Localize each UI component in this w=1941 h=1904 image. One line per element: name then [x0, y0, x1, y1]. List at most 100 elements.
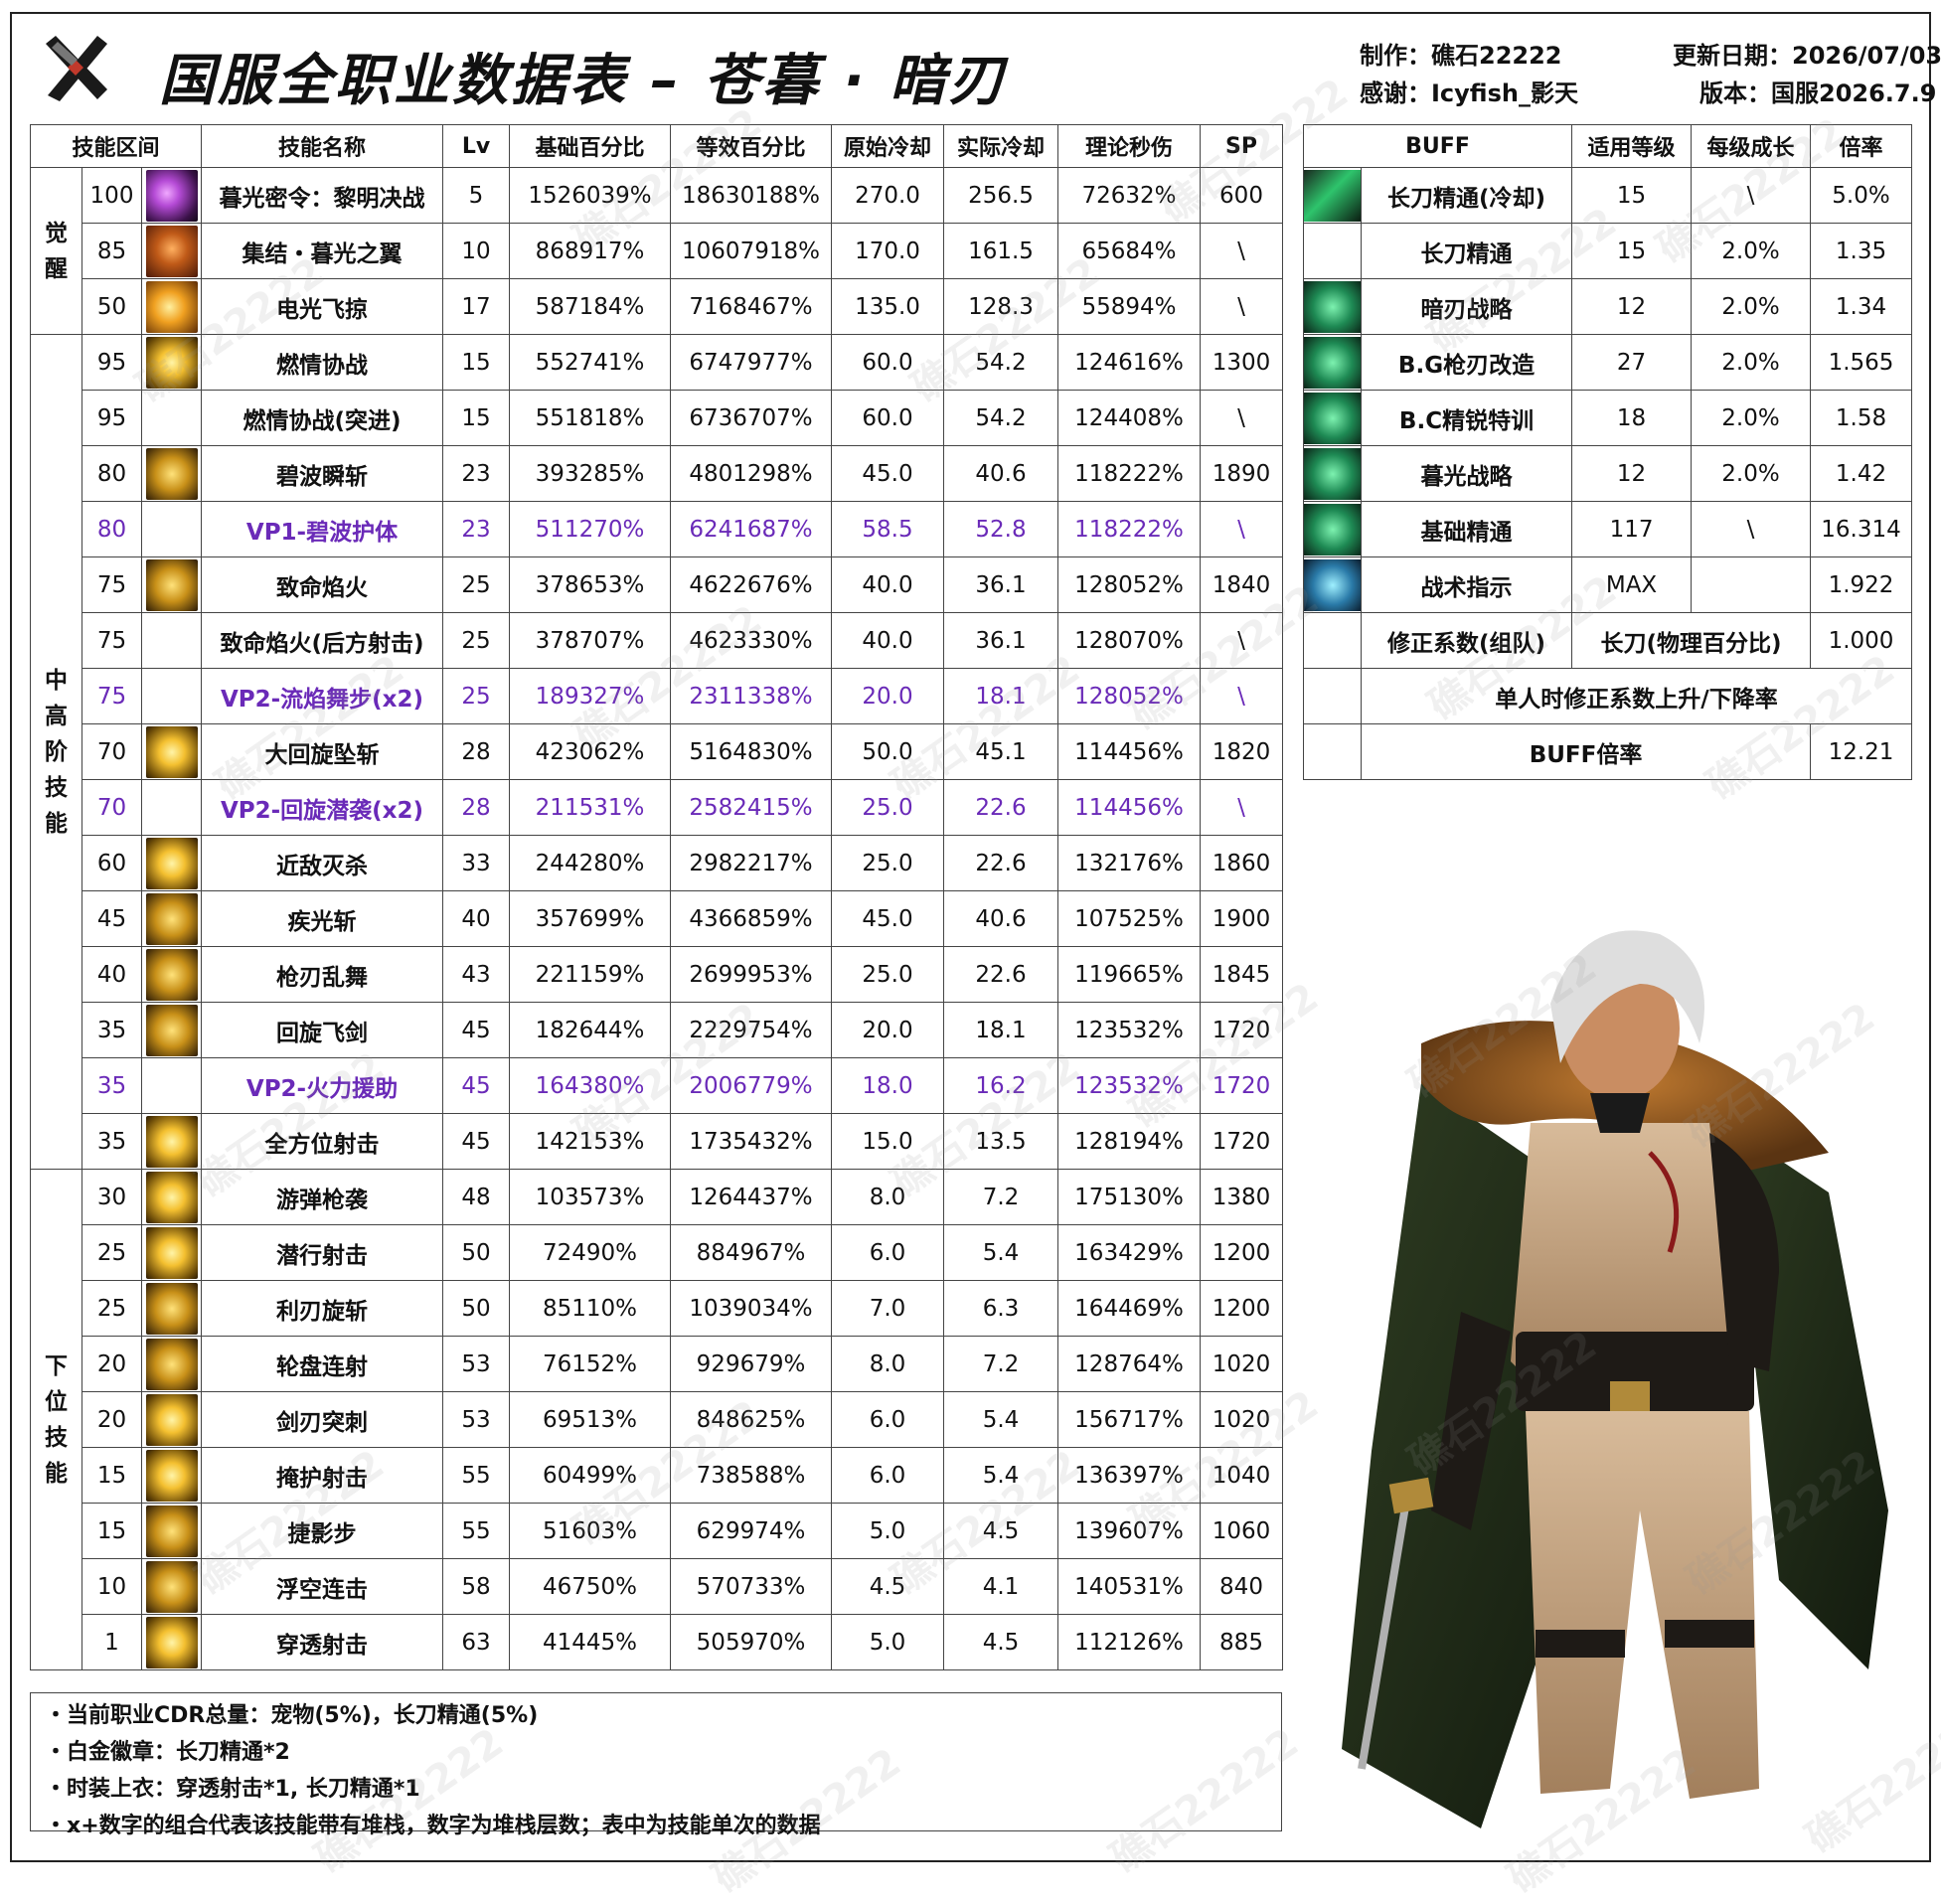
skill-row: 95 燃情协战(突进) 15 551818% 6736707% 60.0 54.2 12440… [31, 390, 1283, 446]
buff-level: 117 [1571, 501, 1693, 557]
skill-icon [145, 336, 198, 389]
skill-level-cell: 25 [81, 1224, 142, 1281]
skill-lv: 23 [442, 445, 510, 502]
skill-lv: 55 [442, 1447, 510, 1504]
correction-row: 修正系数(组队) 长刀(物理百分比) 1.000 [1303, 612, 1913, 669]
skill-level-cell: 70 [81, 723, 142, 780]
skill-theory-dps: 114456% [1057, 779, 1201, 836]
buff-level: 18 [1571, 390, 1693, 446]
skill-icon-cell [141, 167, 202, 224]
skill-row: 20 剑刃突刺 53 69513% 848625% 6.0 5.4 156717% 1020 [31, 1391, 1283, 1448]
skill-icon [145, 1616, 198, 1668]
skill-level-cell: 75 [81, 556, 142, 613]
skill-row: 60 近敌灭杀 33 244280% 2982217% 25.0 22.6 132176% 18… [31, 835, 1283, 891]
skill-row: 觉醒 100 暮光密令：黎明决战 5 1526039% 18630188% 270.0 256… [30, 167, 1283, 335]
skill-icon-cell [141, 1614, 202, 1670]
skill-actual-cd: 40.6 [943, 890, 1058, 947]
skill-theory-dps: 156717% [1057, 1391, 1201, 1448]
skill-lv: 53 [442, 1391, 510, 1448]
buff-rate: 1.58 [1810, 390, 1913, 446]
group-char: 阶 [45, 738, 68, 765]
skill-equiv-percent: 5164830% [670, 723, 832, 780]
thanks-credit: 感谢：Icyfish_影天 [1360, 79, 1578, 107]
skill-icon-cell [141, 445, 202, 502]
skill-lv: 25 [442, 668, 510, 724]
header-sp: SP [1200, 124, 1283, 168]
skill-icon-cell [141, 1391, 202, 1448]
skill-lv: 10 [442, 223, 510, 279]
skill-equiv-percent: 6736707% [670, 390, 832, 446]
skill-actual-cd: 161.5 [943, 223, 1058, 279]
skill-row: 35 回旋飞剑 45 182644% 2229754% 20.0 18.1 123532% 17… [31, 1002, 1283, 1058]
skill-original-cd: 58.5 [831, 501, 944, 557]
skill-lv: 33 [442, 835, 510, 891]
update-date: 更新日期：2026/07/03 [1673, 42, 1941, 70]
header-base-percent: 基础百分比 [509, 124, 671, 168]
skill-original-cd: 60.0 [831, 334, 944, 391]
skill-icon [145, 1505, 198, 1557]
buff-level: 15 [1571, 167, 1693, 224]
skill-theory-dps: 65684% [1057, 223, 1201, 279]
skill-original-cd: 8.0 [831, 1336, 944, 1392]
skill-original-cd: 20.0 [831, 1002, 944, 1058]
skill-sp: 1020 [1200, 1336, 1283, 1392]
skill-name: VP1-碧波护体 [201, 501, 443, 557]
skill-theory-dps: 128052% [1057, 556, 1201, 613]
group-char: 位 [45, 1388, 68, 1415]
skill-sp: 1860 [1200, 835, 1283, 891]
skill-original-cd: 50.0 [831, 723, 944, 780]
group-char: 技 [45, 1424, 68, 1451]
skill-actual-cd: 5.4 [943, 1391, 1058, 1448]
header-buff: BUFF [1302, 124, 1573, 168]
skill-level-cell: 25 [81, 1280, 142, 1337]
skill-actual-cd: 4.1 [943, 1558, 1058, 1615]
skills-header-row: 技能区间 技能名称 Lv 基础百分比 等效百分比 原始冷却 实际冷却 理论秒伤 … [30, 124, 1283, 168]
buff-rate: 1.35 [1810, 223, 1913, 279]
skill-sp: \ [1200, 612, 1283, 669]
empty-cell [1303, 612, 1362, 669]
buff-total-row: BUFF倍率 12.21 [1303, 723, 1913, 780]
header-growth: 每级成长 [1691, 124, 1812, 168]
skill-name: 碧波瞬斩 [201, 445, 443, 502]
buff-rate: 1.565 [1810, 334, 1913, 391]
buff-name: 暮光战略 [1360, 445, 1573, 502]
skill-name: 潜行射击 [201, 1224, 443, 1281]
skill-base-percent: 76152% [509, 1336, 671, 1392]
buff-name: B.C精锐特训 [1360, 390, 1573, 446]
skill-base-percent: 551818% [509, 390, 671, 446]
skill-theory-dps: 118222% [1057, 501, 1201, 557]
skill-base-percent: 72490% [509, 1224, 671, 1281]
skill-base-percent: 552741% [509, 334, 671, 391]
skill-icon [145, 1393, 198, 1446]
skill-sp: 885 [1200, 1614, 1283, 1670]
header-rate: 倍率 [1810, 124, 1913, 168]
skill-base-percent: 182644% [509, 1002, 671, 1058]
skill-equiv-percent: 2311338% [670, 668, 832, 724]
skill-base-percent: 244280% [509, 835, 671, 891]
skill-original-cd: 5.0 [831, 1503, 944, 1559]
skill-lv: 25 [442, 612, 510, 669]
skill-icon-cell [141, 1113, 202, 1170]
skill-row: 35 全方位射击 45 142153% 1735432% 15.0 13.5 128194% 1… [31, 1113, 1283, 1170]
skill-actual-cd: 6.3 [943, 1280, 1058, 1337]
buff-icon-cell [1303, 278, 1362, 335]
character-portrait [1342, 930, 1888, 1828]
skill-equiv-percent: 7168467% [670, 278, 832, 335]
skills-body: 觉醒 100 暮光密令：黎明决战 5 1526039% 18630188% 270.0 256… [30, 167, 1283, 1670]
skill-theory-dps: 128194% [1057, 1113, 1201, 1170]
skill-theory-dps: 128052% [1057, 668, 1201, 724]
skill-sp: 1845 [1200, 946, 1283, 1003]
skill-base-percent: 41445% [509, 1614, 671, 1670]
skill-lv: 63 [442, 1614, 510, 1670]
skill-icon [145, 169, 198, 222]
skill-icon-cell [141, 501, 202, 557]
skill-name: 穿透射击 [201, 1614, 443, 1670]
skill-actual-cd: 54.2 [943, 334, 1058, 391]
buff-rate: 1.922 [1810, 556, 1913, 613]
skill-original-cd: 25.0 [831, 946, 944, 1003]
skill-equiv-percent: 1264437% [670, 1169, 832, 1225]
skill-equiv-percent: 738588% [670, 1447, 832, 1504]
skill-actual-cd: 52.8 [943, 501, 1058, 557]
skill-actual-cd: 45.1 [943, 723, 1058, 780]
skill-name: 大回旋坠斩 [201, 723, 443, 780]
